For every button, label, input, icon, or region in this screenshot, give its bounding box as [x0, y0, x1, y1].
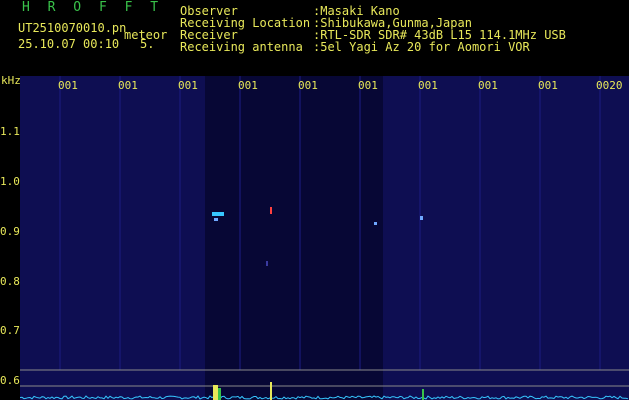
y-tick-label: 0.8	[0, 275, 20, 288]
spectrogram-canvas	[20, 76, 629, 400]
meteor-echo	[212, 212, 224, 216]
x-tick-label: 001	[298, 79, 318, 92]
x-tick-label: 001	[58, 79, 78, 92]
app-title: H R O F F T	[22, 0, 164, 15]
y-tick-label: 0.9	[0, 225, 20, 238]
meteor-echo	[214, 218, 218, 221]
y-tick-label: 0.7	[0, 324, 20, 337]
y-tick-label: 1.0	[0, 175, 20, 188]
x-tick-label: 001	[478, 79, 498, 92]
x-tick-label: 001	[238, 79, 258, 92]
frequency-unit-label: kHz	[1, 74, 21, 87]
header-panel: H R O F F T UT2510070010.pn meteor 25.10…	[0, 0, 629, 76]
trace-peak	[218, 388, 221, 400]
antenna-value: :5el Yagi Az 20 for Aomori VOR	[313, 40, 530, 54]
meteor-echo	[270, 207, 272, 214]
x-tick-label: 001	[178, 79, 198, 92]
x-tick-label: 0020	[596, 79, 623, 92]
x-tick-label: 001	[358, 79, 378, 92]
antenna-label: Receiving antenna	[180, 40, 303, 54]
y-tick-label: 0.6	[0, 374, 20, 387]
meteor-echo	[374, 222, 377, 225]
meteor-echo	[266, 261, 268, 266]
trace-peak	[422, 389, 424, 400]
spectrogram-plot	[20, 76, 629, 400]
trace-peak	[270, 382, 272, 400]
x-tick-label: 001	[118, 79, 138, 92]
y-tick-label: 1.1	[0, 125, 20, 138]
meteor-echo	[420, 216, 423, 220]
x-tick-label: 001	[418, 79, 438, 92]
observation-datetime: 25.10.07 00:10	[18, 37, 120, 51]
quiet-region	[205, 76, 383, 400]
file-name: UT2510070010.pn	[18, 21, 127, 35]
meteor-count: 5.	[140, 37, 155, 51]
trace-peak	[213, 385, 218, 400]
x-tick-label: 001	[538, 79, 558, 92]
